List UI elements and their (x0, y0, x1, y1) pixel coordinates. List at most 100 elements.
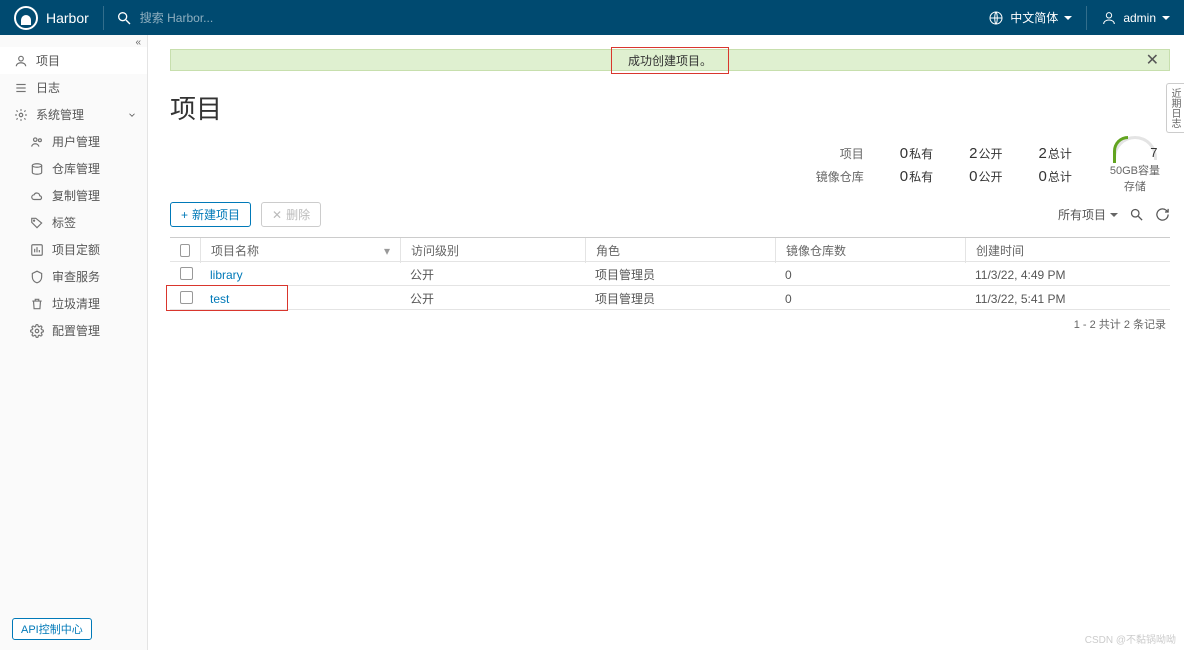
table-row: test公开项目管理员011/3/22, 5:41 PM (170, 286, 1170, 310)
cell-access: 公开 (400, 286, 585, 311)
sidebar-item-gc[interactable]: 垃圾清理 (0, 290, 147, 317)
nav-label: 项目 (36, 52, 60, 69)
user-icon (1101, 10, 1117, 26)
trash-icon (30, 297, 44, 311)
sidebar-item-interrogation[interactable]: 审查服务 (0, 263, 147, 290)
filter-icon[interactable]: ▾ (384, 244, 390, 258)
cell-access: 公开 (400, 262, 585, 287)
cell-role: 项目管理员 (585, 262, 775, 287)
stats-private: 0私有 (900, 168, 933, 185)
projects-table: 项目名称▾ 访问级别 角色 镜像仓库数 创建时间 library 公开项目管理员0… (170, 237, 1170, 338)
col-access[interactable]: 访问级别 (400, 238, 585, 263)
tag-icon (30, 216, 44, 230)
cell-repos: 0 (775, 288, 965, 310)
table-header: 项目名称▾ 访问级别 角色 镜像仓库数 创建时间 (170, 238, 1170, 262)
global-search (104, 7, 989, 29)
search-icon[interactable] (1128, 207, 1144, 223)
chart-icon (30, 243, 44, 257)
stats-public: 2公开 (969, 145, 1002, 162)
stats-table: 项目 0私有 2公开 2总计 镜像仓库 0私有 0公开 0总计 (816, 145, 1072, 185)
database-icon (30, 162, 44, 176)
gear-icon (14, 108, 28, 122)
refresh-icon[interactable] (1154, 207, 1170, 223)
search-icon (116, 10, 132, 26)
project-link[interactable]: library (210, 268, 243, 282)
logo-block[interactable]: Harbor (0, 6, 103, 30)
storage-capacity: 50GB容量 (1110, 162, 1160, 178)
sidebar-item-replications[interactable]: 复制管理 (0, 182, 147, 209)
harbor-logo-icon (14, 6, 38, 30)
globe-icon (988, 10, 1004, 26)
sidebar-item-config[interactable]: 配置管理 (0, 317, 147, 344)
header-right: 中文简体 admin (988, 6, 1184, 30)
cell-created: 11/3/22, 5:41 PM (965, 288, 1170, 310)
nav-label: 复制管理 (52, 187, 100, 204)
user-name: admin (1123, 11, 1156, 25)
language-label: 中文简体 (1010, 9, 1058, 26)
cell-repos: 0 (775, 264, 965, 286)
stats-row-label: 项目 (816, 145, 864, 162)
sidebar-item-quotas[interactable]: 项目定额 (0, 236, 147, 263)
cell-created: 11/3/22, 4:49 PM (965, 264, 1170, 286)
btn-label: 新建项目 (192, 206, 240, 223)
chevron-down-icon (1110, 213, 1118, 217)
stats-private: 0私有 (900, 145, 933, 162)
nav-label: 标签 (52, 214, 76, 231)
sidebar-collapse-button[interactable]: « (0, 35, 147, 47)
chevron-down-icon (1064, 16, 1072, 20)
col-repos[interactable]: 镜像仓库数 (775, 238, 965, 263)
app-header: Harbor 中文简体 admin (0, 0, 1184, 35)
project-filter-dropdown[interactable]: 所有项目 (1058, 206, 1118, 223)
api-explorer-button[interactable]: API控制中心 (12, 618, 92, 640)
table-footer: 1 - 2 共计 2 条记录 (170, 310, 1170, 338)
nav-label: 日志 (36, 79, 60, 96)
sidebar-item-admin[interactable]: 系统管理 (0, 101, 147, 128)
alert-message: 成功创建项目。 (611, 47, 729, 74)
shield-icon (30, 270, 44, 284)
row-checkbox[interactable] (180, 267, 193, 280)
storage-used: 7 (1135, 145, 1173, 160)
language-selector[interactable]: 中文简体 (988, 9, 1072, 26)
btn-label: 删除 (286, 206, 310, 223)
success-alert: 成功创建项目。 ✕ (170, 49, 1170, 71)
nav-label: 仓库管理 (52, 160, 100, 177)
search-input[interactable] (132, 7, 332, 29)
gauge-icon: 7 (1113, 136, 1157, 160)
cloud-icon (30, 189, 44, 203)
list-icon (14, 81, 28, 95)
stats-row: 项目 0私有 2公开 2总计 镜像仓库 0私有 0公开 0总计 7 50GB容量… (170, 136, 1184, 194)
sidebar-item-registries[interactable]: 仓库管理 (0, 155, 147, 182)
watermark: CSDN @不黏锅呦呦 (1085, 631, 1176, 646)
row-checkbox[interactable] (180, 291, 193, 304)
nav-label: 垃圾清理 (52, 295, 100, 312)
event-log-tab[interactable]: 近期日志 (1166, 83, 1184, 133)
close-icon[interactable]: ✕ (1146, 50, 1159, 70)
chevron-down-icon (1162, 16, 1170, 20)
sidebar-item-users[interactable]: 用户管理 (0, 128, 147, 155)
users-icon (30, 135, 44, 149)
col-role[interactable]: 角色 (585, 238, 775, 263)
main-content: 成功创建项目。 ✕ 项目 项目 0私有 2公开 2总计 镜像仓库 0私有 0公开… (148, 35, 1184, 650)
plus-icon: + (181, 208, 188, 222)
select-all-checkbox[interactable] (180, 244, 190, 257)
project-link[interactable]: test (210, 292, 229, 306)
cog-icon (30, 324, 44, 338)
delete-button[interactable]: ✕ 删除 (261, 202, 321, 227)
col-created[interactable]: 创建时间 (965, 238, 1170, 263)
col-name[interactable]: 项目名称▾ (200, 238, 400, 263)
chevron-down-icon (127, 110, 137, 120)
sidebar-item-labels[interactable]: 标签 (0, 209, 147, 236)
nav-label: 项目定额 (52, 241, 100, 258)
page-title: 项目 (170, 89, 1184, 126)
stats-total: 2总计 (1039, 145, 1072, 162)
filter-label: 所有项目 (1058, 206, 1106, 223)
user-icon (14, 54, 28, 68)
select-all-cell (170, 240, 200, 261)
new-project-button[interactable]: + 新建项目 (170, 202, 251, 227)
sidebar-item-logs[interactable]: 日志 (0, 74, 147, 101)
storage-widget: 7 50GB容量 存储 (1110, 136, 1160, 194)
stats-row-label: 镜像仓库 (816, 168, 864, 185)
sidebar-item-projects[interactable]: 项目 (0, 47, 147, 74)
user-menu[interactable]: admin (1101, 10, 1170, 26)
x-icon: ✕ (272, 208, 282, 222)
